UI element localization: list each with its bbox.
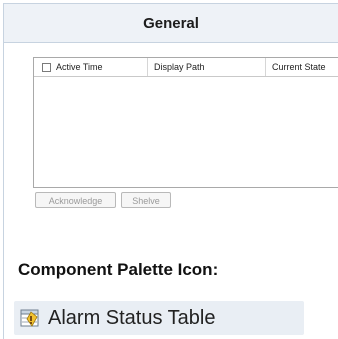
column-header-display-path[interactable]: Display Path [148,58,266,76]
column-header-current-state[interactable]: Current State [266,58,338,76]
column-header-active-time[interactable]: Active Time [54,58,148,76]
alarm-status-table-icon [20,308,40,328]
panel-header: General [4,4,338,43]
acknowledge-button[interactable]: Acknowledge [35,192,116,208]
alarm-status-table: Active Time Display Path Current State [33,57,338,188]
select-all-column [34,58,54,76]
panel-title: General [143,14,199,32]
shelve-button[interactable]: Shelve [121,192,171,208]
select-all-checkbox[interactable] [42,63,51,72]
palette-section-title: Component Palette Icon: [18,260,219,279]
table-header: Active Time Display Path Current State [34,58,338,77]
palette-item[interactable]: Alarm Status Table [14,301,304,335]
palette-item-label: Alarm Status Table [48,306,216,329]
